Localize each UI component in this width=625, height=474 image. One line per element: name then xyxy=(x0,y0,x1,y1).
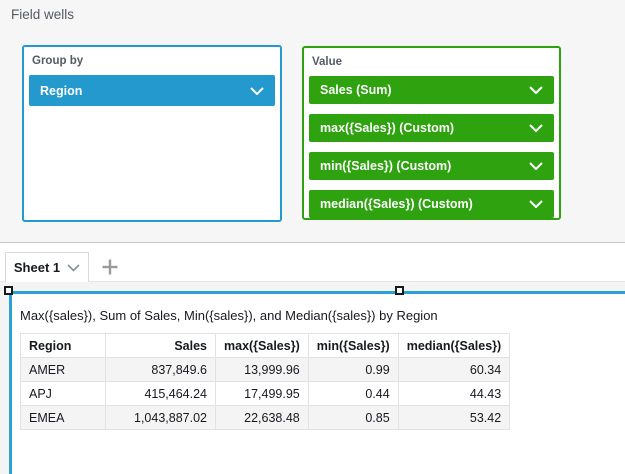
field-wells-title: Field wells xyxy=(11,7,74,22)
field-pill-region[interactable]: Region xyxy=(29,75,275,106)
chevron-down-icon[interactable] xyxy=(67,264,80,272)
field-pill-label: max({Sales}) (Custom) xyxy=(320,121,454,135)
cell-max-sales: 13,999.96 xyxy=(216,358,309,382)
cell-min-sales: 0.44 xyxy=(308,382,398,406)
cell-min-sales: 0.99 xyxy=(308,358,398,382)
cell-sales: 837,849.6 xyxy=(106,358,216,382)
field-pill-max-sales[interactable]: max({Sales}) (Custom) xyxy=(309,114,554,142)
cell-region: AMER xyxy=(21,358,106,382)
field-wells-panel: Field wells Group by Region Value Sales … xyxy=(0,0,625,243)
column-header-median-sales[interactable]: median({Sales}) xyxy=(398,334,509,358)
value-label: Value xyxy=(312,56,559,68)
field-pill-median-sales[interactable]: median({Sales}) (Custom) xyxy=(309,190,554,218)
tab-sheet-1-label: Sheet 1 xyxy=(14,260,60,275)
visual-title: Max({sales}), Sum of Sales, Min({sales})… xyxy=(20,308,613,323)
tab-sheet-1[interactable]: Sheet 1 xyxy=(5,252,89,282)
chevron-down-icon[interactable] xyxy=(250,87,264,95)
cell-region: APJ xyxy=(21,382,106,406)
add-sheet-button[interactable] xyxy=(96,253,124,281)
field-pill-label: min({Sales}) (Custom) xyxy=(320,159,451,173)
cell-median-sales: 44.43 xyxy=(398,382,509,406)
cell-region: EMEA xyxy=(21,406,106,430)
data-table: Region Sales max({Sales}) min({Sales}) m… xyxy=(20,333,510,430)
field-pill-label: median({Sales}) (Custom) xyxy=(320,197,473,211)
chevron-down-icon[interactable] xyxy=(529,86,543,94)
cell-median-sales: 60.34 xyxy=(398,358,509,382)
cell-sales: 1,043,887.02 xyxy=(106,406,216,430)
field-pill-min-sales[interactable]: min({Sales}) (Custom) xyxy=(309,152,554,180)
value-well: Value Sales (Sum) max({Sales}) (Custom) … xyxy=(302,46,561,220)
sheet-tab-bar: Sheet 1 xyxy=(0,244,625,282)
group-by-well: Group by Region xyxy=(22,45,282,222)
column-header-min-sales[interactable]: min({Sales}) xyxy=(308,334,398,358)
chevron-down-icon[interactable] xyxy=(529,124,543,132)
sheet-canvas: Max({sales}), Sum of Sales, Min({sales})… xyxy=(0,282,625,474)
cell-max-sales: 17,499.95 xyxy=(216,382,309,406)
resize-handle-top-center[interactable] xyxy=(395,286,404,295)
cell-max-sales: 22,638.48 xyxy=(216,406,309,430)
column-header-region[interactable]: Region xyxy=(21,334,106,358)
resize-handle-top-left[interactable] xyxy=(4,286,13,295)
column-header-sales[interactable]: Sales xyxy=(106,334,216,358)
table-row: AMER 837,849.6 13,999.96 0.99 60.34 xyxy=(21,358,510,382)
table-row: APJ 415,464.24 17,499.95 0.44 44.43 xyxy=(21,382,510,406)
column-header-max-sales[interactable]: max({Sales}) xyxy=(216,334,309,358)
table-header-row: Region Sales max({Sales}) min({Sales}) m… xyxy=(21,334,510,358)
chevron-down-icon[interactable] xyxy=(529,200,543,208)
table-visual[interactable]: Max({sales}), Sum of Sales, Min({sales})… xyxy=(9,291,625,474)
table-row: EMEA 1,043,887.02 22,638.48 0.85 53.42 xyxy=(21,406,510,430)
plus-icon xyxy=(101,258,119,276)
cell-min-sales: 0.85 xyxy=(308,406,398,430)
field-pill-sales-sum[interactable]: Sales (Sum) xyxy=(309,76,554,104)
group-by-label: Group by xyxy=(32,55,280,67)
field-pill-label: Region xyxy=(40,84,82,98)
cell-median-sales: 53.42 xyxy=(398,406,509,430)
cell-sales: 415,464.24 xyxy=(106,382,216,406)
chevron-down-icon[interactable] xyxy=(529,162,543,170)
field-pill-label: Sales (Sum) xyxy=(320,83,392,97)
